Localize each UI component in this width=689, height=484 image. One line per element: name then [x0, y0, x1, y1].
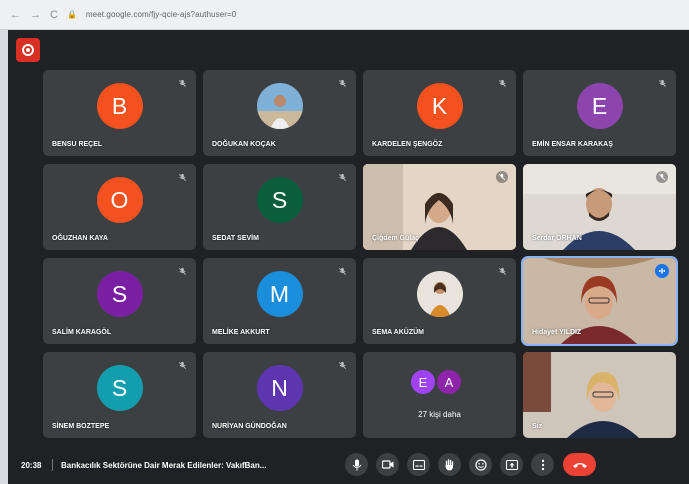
microphone-icon [352, 459, 361, 470]
participant-tile[interactable]: O OĞUZHAN KAYA [43, 164, 196, 250]
captions-button[interactable] [407, 453, 430, 476]
meeting-title: Bankacılık Sektörüne Dair Merak Edilenle… [61, 460, 267, 470]
participant-tile[interactable]: SEMA AKÜZÜM [363, 258, 516, 344]
participant-name: SALİM KARAGÖL [52, 329, 112, 336]
participant-name: SEMA AKÜZÜM [372, 329, 424, 336]
present-button[interactable] [500, 453, 523, 476]
mic-off-icon [176, 77, 188, 89]
record-icon [22, 44, 34, 56]
self-video-tile[interactable]: Siz [523, 352, 676, 438]
meet-window: B BENSU REÇEL DOĞUKAN KOÇAK K KARDELEN Ş… [8, 30, 689, 484]
more-options-button[interactable] [531, 453, 554, 476]
mic-off-icon [336, 171, 348, 183]
camera-icon [381, 460, 393, 469]
participant-name: DOĞUKAN KOÇAK [212, 141, 276, 148]
avatar: N [256, 365, 303, 412]
mic-off-icon [496, 171, 508, 183]
raise-hand-icon [445, 458, 454, 470]
mic-off-icon [496, 77, 508, 89]
microphone-button[interactable] [345, 453, 368, 476]
avatar: B [96, 83, 143, 130]
forward-icon[interactable]: → [30, 9, 41, 21]
participant-tile[interactable]: S SİNEM BOZTEPE [43, 352, 196, 438]
emoji-button[interactable] [469, 453, 492, 476]
participant-name: BENSU REÇEL [52, 141, 103, 148]
participant-name: OĞUZHAN KAYA [52, 235, 108, 242]
avatar: O [96, 177, 143, 224]
back-icon[interactable]: ← [10, 9, 21, 21]
more-participants-label: 27 kişi daha [418, 410, 461, 419]
participant-tile[interactable]: E EMİN ENSAR KARAKAŞ [523, 70, 676, 156]
mic-off-icon [656, 77, 668, 89]
participant-name: Çiğdem Gülaç [372, 235, 420, 242]
browser-address-bar: ← → C 🔒 meet.google.com/fjy-qcie-ajs?aut… [0, 0, 689, 30]
end-call-icon [572, 462, 587, 468]
speaking-indicator-icon [655, 264, 669, 278]
video-feed [523, 352, 676, 438]
participant-video-tile[interactable]: Çiğdem Gülaç [363, 164, 516, 250]
avatar [256, 83, 303, 130]
reload-icon[interactable]: C [50, 9, 58, 21]
mic-off-icon [336, 265, 348, 277]
avatar: S [96, 365, 143, 412]
emoji-icon [474, 458, 487, 471]
avatar: S [96, 271, 143, 318]
participant-tile[interactable]: K KARDELEN ŞENGÖZ [363, 70, 516, 156]
mic-off-icon [336, 77, 348, 89]
participant-name: KARDELEN ŞENGÖZ [372, 141, 443, 148]
participant-tile[interactable]: DOĞUKAN KOÇAK [203, 70, 356, 156]
participant-name: MELİKE AKKURT [212, 329, 270, 336]
participant-name: SEDAT SEVİM [212, 235, 259, 242]
avatar: E [409, 368, 437, 396]
mic-off-icon [496, 265, 508, 277]
avatar: M [256, 271, 303, 318]
avatar: K [416, 83, 463, 130]
participant-tile[interactable]: M MELİKE AKKURT [203, 258, 356, 344]
end-call-button[interactable] [563, 453, 596, 476]
url-text[interactable]: meet.google.com/fjy-qcie-ajs?authuser=0 [86, 10, 236, 19]
mic-off-icon [176, 171, 188, 183]
participant-tile[interactable]: B BENSU REÇEL [43, 70, 196, 156]
avatar: S [256, 177, 303, 224]
camera-button[interactable] [376, 453, 399, 476]
participant-video-tile[interactable]: Serdar ORHAN [523, 164, 676, 250]
avatar: A [435, 368, 463, 396]
participant-name: NURİYAN GÜNDOĞAN [212, 423, 287, 430]
lock-icon: 🔒 [66, 10, 77, 19]
participant-name: Siz [532, 423, 543, 430]
participant-tile[interactable]: S SALİM KARAGÖL [43, 258, 196, 344]
meeting-control-bar: 20:38 Bankacılık Sektörüne Dair Merak Ed… [8, 446, 689, 484]
raise-hand-button[interactable] [438, 453, 461, 476]
more-participants-tile[interactable]: E A 27 kişi daha [363, 352, 516, 438]
recording-indicator[interactable] [16, 38, 40, 62]
mic-off-icon [656, 171, 668, 183]
divider [52, 459, 53, 471]
mic-off-icon [336, 359, 348, 371]
present-icon [505, 459, 518, 470]
avatar: E [576, 83, 623, 130]
captions-icon [412, 459, 425, 470]
more-options-icon [541, 459, 544, 470]
participant-tile[interactable]: N NURİYAN GÜNDOĞAN [203, 352, 356, 438]
participant-name: Serdar ORHAN [532, 235, 582, 242]
participant-video-tile[interactable]: Hidayet YILDIZ [521, 256, 678, 346]
participant-name: SİNEM BOZTEPE [52, 423, 110, 430]
avatar [416, 271, 463, 318]
participant-tile[interactable]: S SEDAT SEVİM [203, 164, 356, 250]
participant-name: Hidayet YILDIZ [532, 329, 582, 336]
mic-off-icon [176, 359, 188, 371]
mic-off-icon [176, 265, 188, 277]
participant-name: EMİN ENSAR KARAKAŞ [532, 141, 613, 148]
meeting-time: 20:38 [21, 460, 42, 470]
